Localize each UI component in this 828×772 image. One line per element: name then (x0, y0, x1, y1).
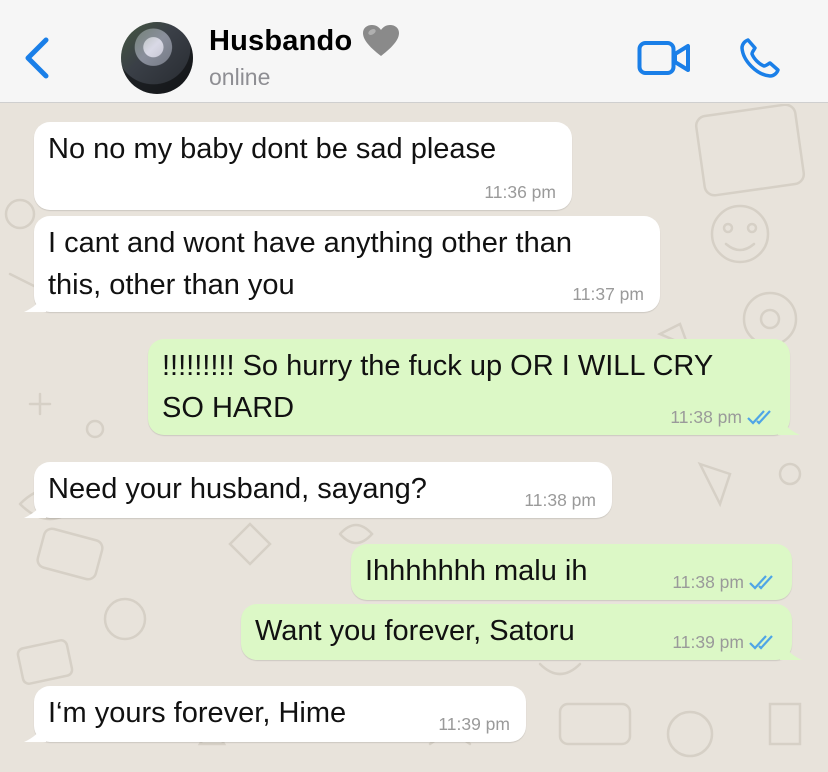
double-check-icon (749, 635, 773, 650)
message-incoming[interactable]: Need your husband, sayang? 11:38 pm (24, 462, 612, 518)
message-time: 11:38 pm (672, 572, 744, 592)
message-text-line: !!!!!!!!! So hurry the fuck up OR I WILL… (162, 350, 714, 382)
bubble-tail (24, 498, 46, 518)
message-incoming[interactable]: I cant and wont have anything other than… (24, 216, 660, 312)
message-time: 11:38 pm (524, 490, 596, 510)
message-time: 11:37 pm (572, 284, 644, 304)
message-text-line: SO HARD (162, 392, 295, 424)
message-text-line: this, other than you (48, 269, 295, 301)
avatar[interactable] (121, 22, 193, 94)
message-text-line: I cant and wont have anything other than (48, 227, 572, 259)
message-outgoing[interactable]: !!!!!!!!! So hurry the fuck up OR I WILL… (148, 339, 800, 435)
contact-name[interactable]: Husbando (209, 25, 352, 58)
phone-icon[interactable] (739, 37, 781, 79)
message-incoming[interactable]: No no my baby dont be sad please 11:36 p… (34, 122, 572, 210)
chat-area[interactable]: No no my baby dont be sad please 11:36 p… (0, 104, 828, 772)
message-time: 11:39 pm (672, 632, 744, 652)
video-camera-icon[interactable] (637, 40, 691, 76)
message-outgoing[interactable]: Want you forever, Satoru 11:39 pm (241, 604, 802, 660)
bubble-tail (780, 640, 802, 660)
contact-name-row[interactable]: Husbando (209, 24, 400, 58)
message-text: No no my baby dont be sad please (48, 133, 497, 165)
bubble-tail (24, 722, 46, 742)
bubble-tail (24, 292, 46, 312)
grey-heart-icon (363, 25, 400, 56)
message-text: Need your husband, sayang? (48, 473, 427, 505)
chevron-left-icon[interactable] (22, 36, 52, 80)
message-time: 11:39 pm (438, 714, 510, 734)
message-time: 11:36 pm (484, 182, 556, 202)
message-time: 11:38 pm (670, 407, 742, 427)
message-text: Ihhhhhhh malu ih (365, 555, 588, 587)
message-incoming[interactable]: I‘m yours forever, Hime 11:39 pm (24, 686, 526, 742)
message-text: I‘m yours forever, Hime (48, 697, 347, 729)
double-check-icon (749, 575, 773, 590)
chat-header: Husbando online (0, 0, 828, 103)
message-text: Want you forever, Satoru (255, 615, 575, 647)
message-outgoing[interactable]: Ihhhhhhh malu ih 11:38 pm (351, 544, 792, 600)
double-check-icon (747, 410, 771, 425)
contact-status: online (209, 64, 271, 90)
bubble-tail (778, 415, 800, 435)
